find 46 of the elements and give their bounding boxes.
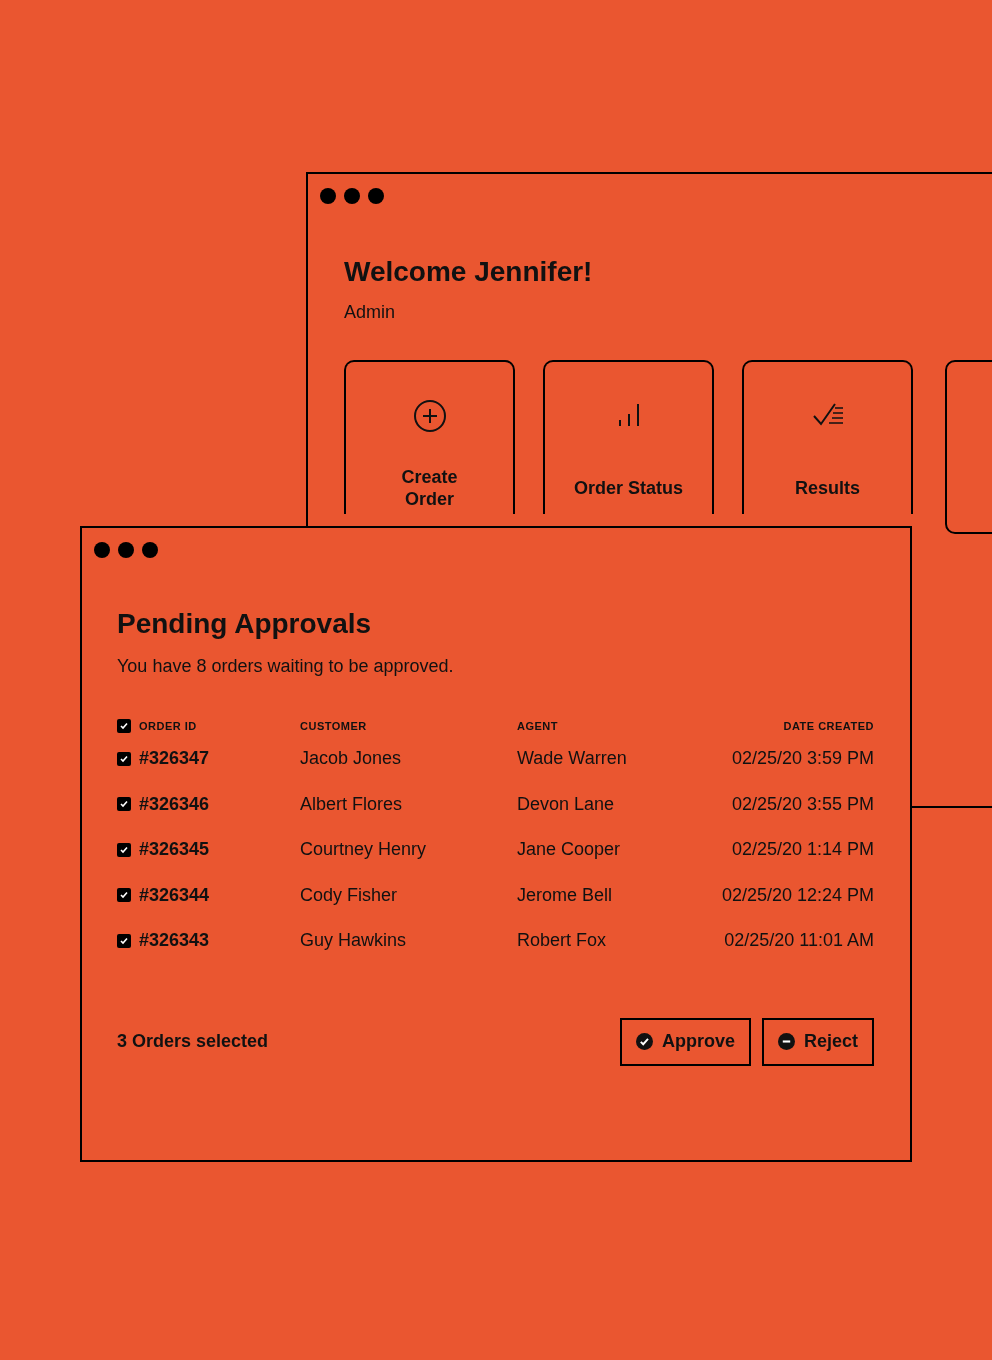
tile-label: Create Order (400, 466, 459, 510)
minus-circle-icon (777, 1033, 795, 1050)
checkbox[interactable] (117, 842, 131, 857)
table-cell-text: Jacob Jones (300, 747, 402, 771)
table-cell-text: Wade Warren (517, 747, 627, 771)
panel-subtitle: You have 8 orders waiting to be approved. (117, 655, 454, 678)
tile-label: Results (795, 477, 860, 499)
reject-button[interactable]: Reject (761, 1017, 874, 1066)
selection-count: 3 Orders selected (117, 1030, 269, 1053)
order-id: #326343 (139, 929, 210, 953)
role-label: Admin (344, 301, 396, 324)
order-id: #326347 (139, 747, 210, 771)
table-cell-text: 02/25/20 3:55 PM (731, 792, 874, 816)
column-header: DATE CREATED (783, 718, 874, 734)
plus-circle-icon (412, 399, 447, 433)
welcome-heading: Welcome Jennifer! (344, 255, 593, 289)
column-header: CUSTOMER (300, 718, 367, 734)
table-cell-text: Jerome Bell (517, 883, 613, 907)
menu-tile[interactable]: Create Order (344, 360, 515, 514)
checkbox[interactable] (117, 797, 131, 812)
order-id: #326344 (139, 883, 210, 907)
menu-tile[interactable]: Order Status (543, 360, 714, 514)
table-cell-text: Cody Fisher (300, 883, 398, 907)
table-cell-text: 02/25/20 3:59 PM (731, 747, 874, 771)
table-cell-text: Devon Lane (517, 792, 615, 816)
table-cell-text: Guy Hawkins (300, 929, 407, 953)
column-header: ORDER ID (139, 718, 197, 734)
checkbox[interactable] (117, 751, 131, 766)
tile-label: Order Status (574, 477, 683, 499)
table-cell-text: Courtney Henry (300, 838, 427, 862)
approve-button[interactable]: Approve (619, 1017, 751, 1066)
column-header: AGENT (517, 718, 558, 734)
checkbox[interactable] (117, 719, 131, 733)
order-id: #326346 (139, 792, 210, 816)
table-cell-text: 02/25/20 11:01 AM (724, 929, 874, 953)
menu-tile[interactable]: Results (742, 360, 913, 514)
table-cell-text: Albert Flores (300, 792, 403, 816)
order-id: #326345 (139, 838, 210, 862)
checkbox[interactable] (117, 933, 131, 948)
table-cell-text: Robert Fox (517, 929, 607, 953)
panel-heading: Pending Approvals (117, 607, 372, 641)
table-cell-text: 02/25/20 12:24 PM (721, 883, 874, 907)
check-circle-icon (635, 1033, 653, 1050)
table-cell-text: 02/25/20 1:14 PM (731, 838, 874, 862)
checkbox[interactable] (117, 888, 131, 903)
table-cell-text: Jane Cooper (517, 838, 621, 862)
